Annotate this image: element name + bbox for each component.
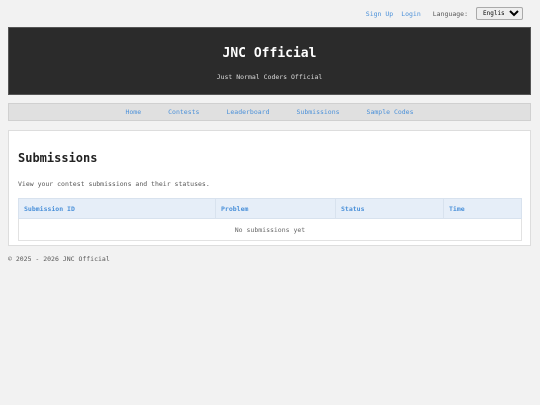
language-label: Language:: [432, 9, 468, 18]
nav-item-contests[interactable]: Contests: [168, 108, 199, 116]
nav-item-home[interactable]: Home: [125, 108, 141, 116]
nav-item-leaderboard[interactable]: Leaderboard: [226, 108, 269, 116]
table-header-row: Submission ID Problem Status Time: [18, 198, 522, 219]
nav-item-submissions[interactable]: Submissions: [297, 108, 340, 116]
main-nav: Home Contests Leaderboard Submissions Sa…: [8, 103, 531, 121]
footer-copyright: © 2025 - 2026 JNC Official: [8, 255, 110, 263]
nav-item-sample-codes[interactable]: Sample Codes: [367, 108, 414, 116]
signup-link[interactable]: Sign Up: [366, 10, 393, 18]
login-link[interactable]: Login: [401, 10, 421, 18]
site-title: JNC Official: [222, 46, 317, 61]
column-header-submission-id[interactable]: Submission ID: [18, 198, 216, 219]
top-bar: Sign Up Login Language: English: [0, 0, 540, 27]
column-header-time[interactable]: Time: [443, 198, 522, 219]
submissions-table: Submission ID Problem Status Time No sub…: [18, 198, 522, 241]
hero-banner: JNC Official Just Normal Coders Official: [8, 27, 531, 95]
site-tagline: Just Normal Coders Official: [216, 73, 323, 81]
submissions-card: Submissions View your contest submission…: [8, 130, 531, 246]
language-select[interactable]: English: [476, 7, 523, 20]
empty-message: No submissions yet: [18, 218, 522, 241]
page-description: View your contest submissions and their …: [18, 180, 210, 188]
column-header-status[interactable]: Status: [335, 198, 444, 219]
page-title: Submissions: [18, 151, 98, 165]
column-header-problem[interactable]: Problem: [215, 198, 336, 219]
table-row: No submissions yet: [18, 218, 522, 241]
